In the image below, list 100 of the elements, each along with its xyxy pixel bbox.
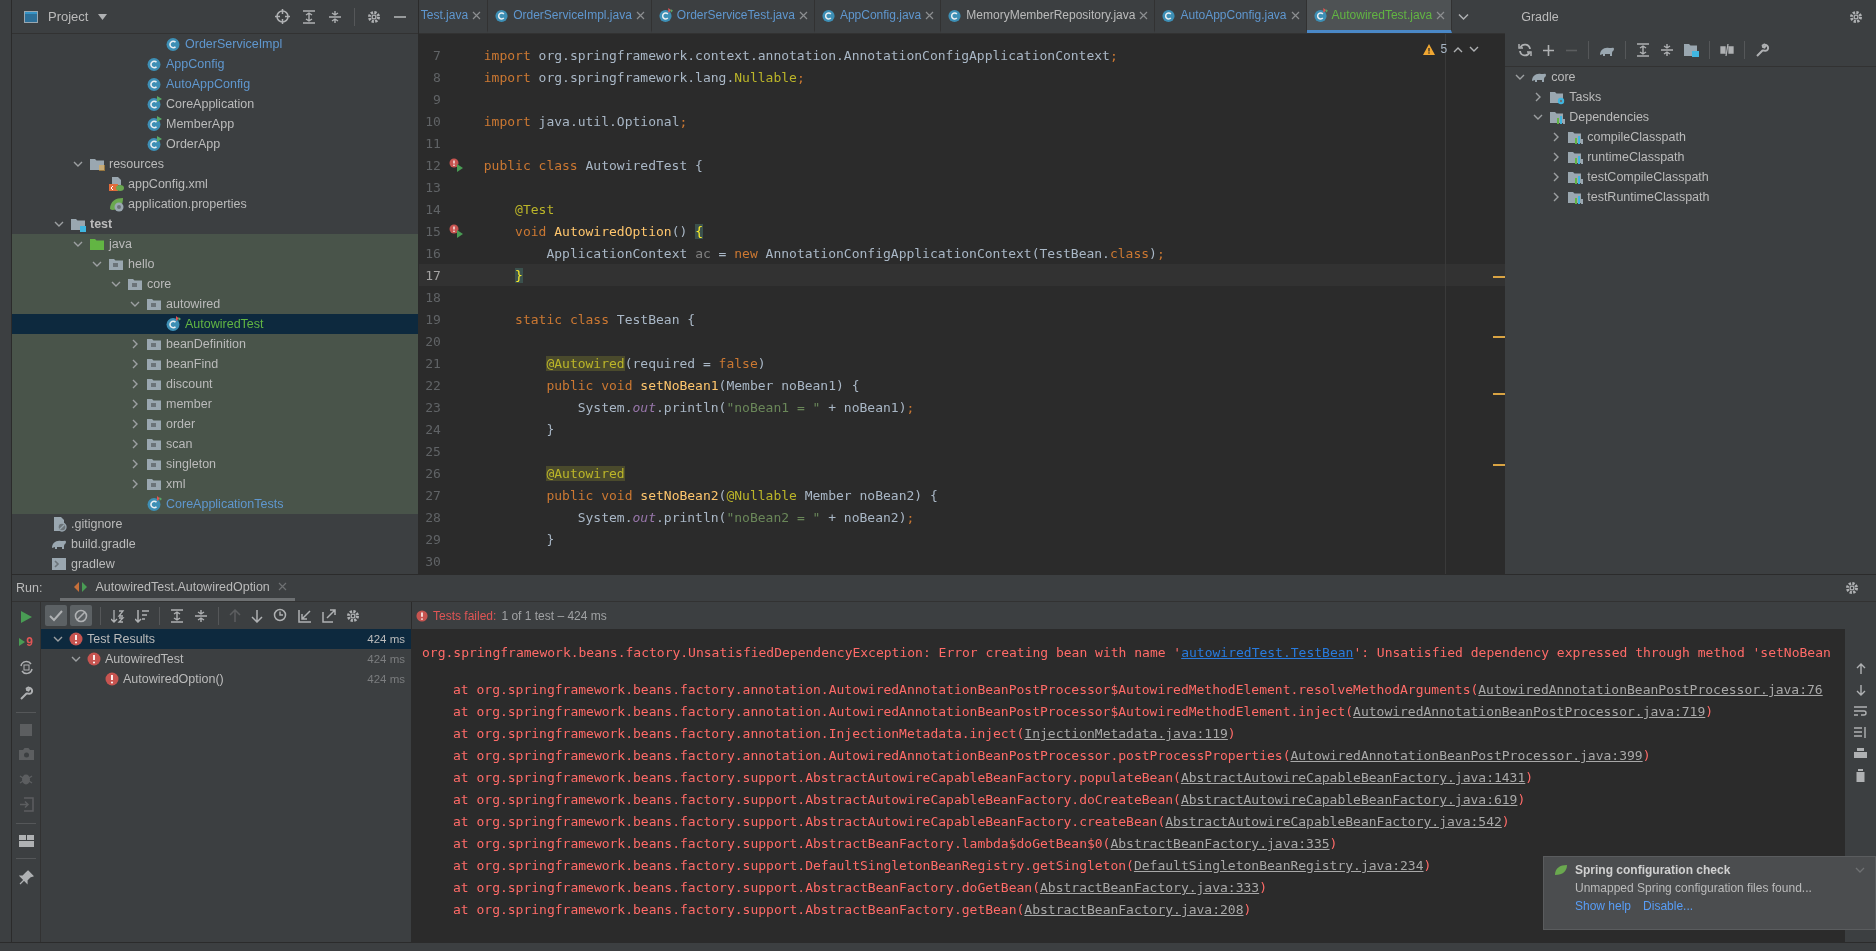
collapse-all-icon[interactable]: [1660, 43, 1675, 57]
settings-icon[interactable]: [366, 9, 381, 24]
chevron-icon[interactable]: [92, 259, 102, 269]
tree-item-label[interactable]: CoreApplication: [166, 97, 255, 111]
tree-item-label[interactable]: gradlew: [71, 557, 115, 571]
tree-row[interactable]: singleton: [12, 454, 418, 474]
tree-item-label[interactable]: test: [90, 217, 113, 231]
collapse-all-icon[interactable]: [327, 9, 342, 24]
wrench-icon[interactable]: [18, 686, 34, 701]
tree-item[interactable]: testCompileClasspath: [1505, 167, 1876, 187]
chevron-icon[interactable]: [73, 239, 83, 249]
pin-icon[interactable]: [18, 870, 34, 885]
tree-row[interactable]: scan: [12, 434, 418, 454]
tree-row[interactable]: test: [12, 214, 418, 234]
source-link[interactable]: AbstractAutowireCapableBeanFactory.java:619: [1180, 792, 1518, 807]
chevron-icon[interactable]: [130, 439, 140, 449]
trash-icon[interactable]: [1855, 769, 1866, 782]
close-icon[interactable]: [925, 10, 935, 20]
close-icon[interactable]: [1139, 10, 1149, 20]
tree-item-label[interactable]: application.properties: [128, 197, 247, 211]
tree-row[interactable]: hello: [12, 254, 418, 274]
notification-link[interactable]: Show help: [1575, 899, 1632, 913]
source-link[interactable]: autowiredTest.TestBean: [1181, 645, 1354, 660]
tree-item-label[interactable]: MemberApp: [166, 117, 235, 131]
tree-row[interactable]: CoreApplication: [12, 94, 418, 114]
layout-icon[interactable]: [18, 835, 34, 847]
tree-row[interactable]: resources: [12, 154, 418, 174]
tree-row[interactable]: xml: [12, 474, 418, 494]
crosshair-icon[interactable]: [274, 9, 290, 24]
close-icon[interactable]: [1290, 10, 1300, 20]
chevron-icon[interactable]: [71, 654, 81, 664]
source-link[interactable]: AbstractBeanFactory.java:208: [1024, 902, 1244, 917]
tree-row[interactable]: gradlew: [12, 554, 418, 574]
tree-item-label[interactable]: order: [166, 417, 196, 431]
tree-item-label[interactable]: beanFind: [166, 357, 219, 371]
tree-item-label[interactable]: beanDefinition: [166, 337, 246, 351]
settings-icon[interactable]: [346, 608, 360, 623]
show-ignored-toggle[interactable]: [70, 605, 92, 626]
expand-all-icon[interactable]: [170, 608, 184, 623]
collapse-all-icon[interactable]: [194, 608, 208, 623]
up-arrow-icon[interactable]: [1854, 662, 1867, 675]
tree-item-label[interactable]: resources: [109, 157, 164, 171]
tree-row[interactable]: autowired: [12, 294, 418, 314]
chevron-icon[interactable]: [130, 379, 140, 389]
tree-row[interactable]: .gitignore: [12, 514, 418, 534]
wrench-icon[interactable]: [1755, 42, 1771, 58]
previous-icon[interactable]: [1453, 45, 1464, 53]
tree-row[interactable]: MemberApp: [12, 114, 418, 134]
editor-tab[interactable]: AutowiredTest.java: [1306, 0, 1453, 33]
wrap-icon[interactable]: [1854, 706, 1867, 718]
down-arrow-icon[interactable]: [1854, 684, 1867, 697]
tree-item[interactable]: Tasks: [1505, 87, 1876, 107]
tree-row[interactable]: application.properties: [12, 194, 418, 214]
toggle-auto-test-icon[interactable]: [18, 660, 34, 675]
tree-item-label[interactable]: OrderServiceImpl: [185, 37, 283, 51]
run-test-icon[interactable]: [448, 224, 463, 238]
tree-row[interactable]: build.gradle: [12, 534, 418, 554]
plus-icon[interactable]: [1542, 43, 1556, 57]
settings-icon[interactable]: [1845, 581, 1859, 595]
source-link[interactable]: AbstractBeanFactory.java:333: [1040, 880, 1260, 895]
tree-row[interactable]: beanDefinition: [12, 334, 418, 354]
tree-item[interactable]: runtimeClasspath: [1505, 147, 1876, 167]
test-tree-item[interactable]: AutowiredOption() 424 ms: [41, 669, 411, 689]
test-tree-item[interactable]: AutowiredTest 424 ms: [41, 649, 411, 669]
tree-item-label[interactable]: xml: [166, 477, 186, 491]
tree-item-label[interactable]: java: [109, 237, 132, 251]
tree-row[interactable]: beanFind: [12, 354, 418, 374]
tree-item-label[interactable]: core: [147, 277, 172, 291]
editor-tab[interactable]: OrderServiceTest.java: [651, 0, 815, 33]
tree-row[interactable]: member: [12, 394, 418, 414]
source-link[interactable]: AbstractAutowireCapableBeanFactory.java:542: [1165, 814, 1502, 829]
import-icon[interactable]: [298, 608, 312, 623]
show-passed-toggle[interactable]: [45, 605, 67, 626]
editor-tab[interactable]: MemoryMemberRepository.java: [941, 0, 1156, 33]
close-icon[interactable]: [798, 10, 808, 20]
tree-item-label[interactable]: AppConfig: [166, 57, 225, 71]
chevron-icon[interactable]: [1458, 12, 1470, 21]
chevron-icon[interactable]: [130, 359, 140, 369]
tree-row[interactable]: appConfig.xml: [12, 174, 418, 194]
tree-item-label[interactable]: singleton: [166, 457, 217, 471]
source-link[interactable]: AutowiredAnnotationBeanPostProcessor.java:76: [1478, 682, 1823, 697]
close-icon[interactable]: [472, 10, 482, 20]
source-link[interactable]: AutowiredAnnotationBeanPostProcessor.java:719: [1353, 704, 1706, 719]
tree-item-label[interactable]: member: [166, 397, 212, 411]
source-link[interactable]: AutowiredAnnotationBeanPostProcessor.java:399: [1290, 748, 1643, 763]
source-link[interactable]: AbstractBeanFactory.java:335: [1110, 836, 1330, 851]
chevron-icon[interactable]: [130, 299, 140, 309]
source-link[interactable]: InjectionMetadata.java:119: [1024, 726, 1228, 741]
settings-icon[interactable]: [1849, 10, 1863, 24]
run-icon[interactable]: [19, 610, 33, 624]
scroll-to-end-icon[interactable]: [1854, 727, 1867, 739]
sort-alphabetically-icon[interactable]: [111, 608, 125, 623]
editor-tab[interactable]: OrderServiceImpl.java: [488, 0, 652, 33]
project-view-dropdown[interactable]: Project: [48, 9, 108, 24]
tree-item[interactable]: Dependencies: [1505, 107, 1876, 127]
expand-all-icon[interactable]: [1636, 43, 1651, 57]
warning-count[interactable]: 5: [1440, 42, 1448, 56]
chevron-icon[interactable]: [130, 339, 140, 349]
expand-all-icon[interactable]: [301, 9, 316, 24]
run-test-icon[interactable]: [448, 158, 463, 172]
